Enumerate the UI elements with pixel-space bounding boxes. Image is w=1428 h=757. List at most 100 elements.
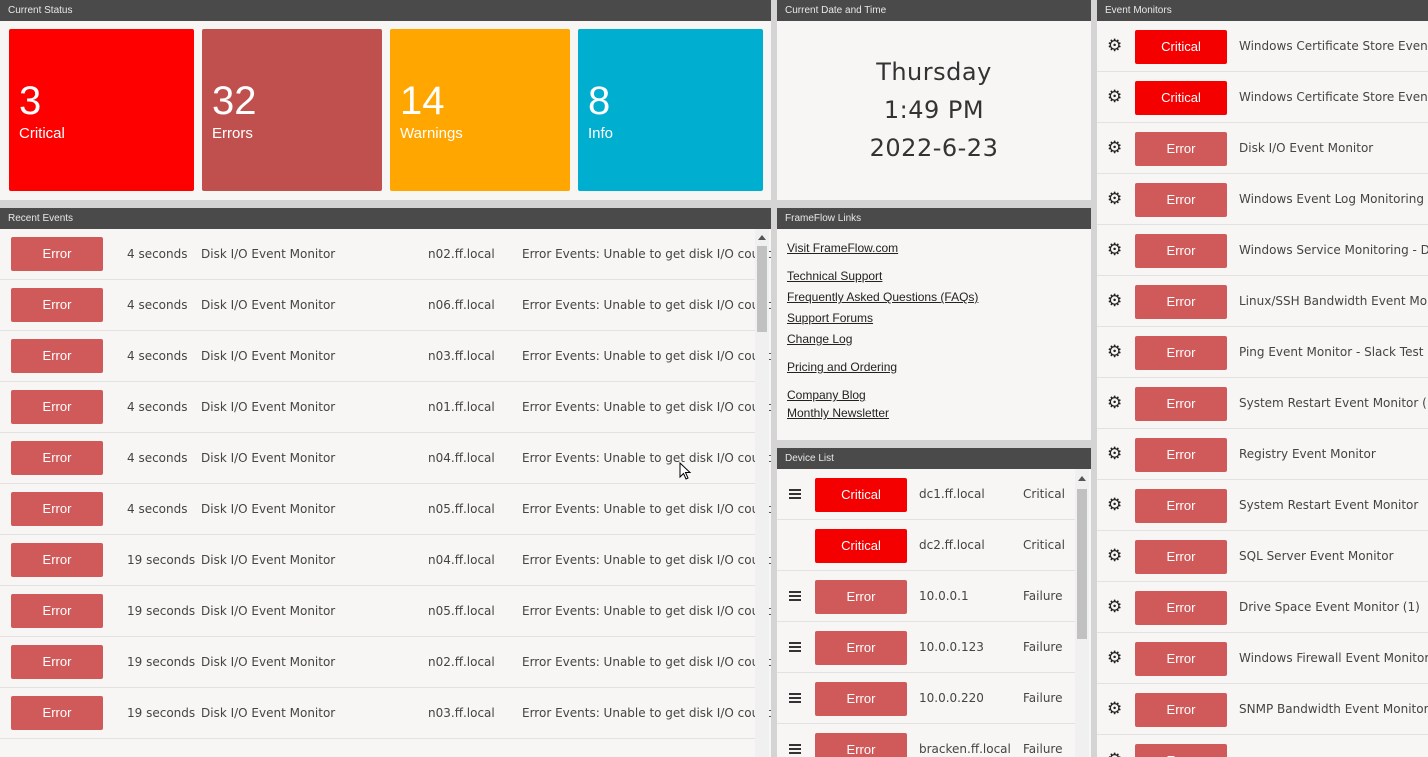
severity-badge[interactable]: Error (11, 339, 103, 373)
event-row[interactable]: Error 19 seconds Disk I/O Event Monitor n02… (0, 637, 771, 688)
severity-badge[interactable]: Error (11, 645, 103, 679)
device-row[interactable]: Error 10.0.0.123 Failure (777, 622, 1075, 673)
device-row[interactable]: Error 10.0.0.220 Failure (777, 673, 1075, 724)
status-tile-critical[interactable]: 3 Critical (9, 29, 194, 191)
monitor-row[interactable]: ⚙ Error Drive Space Event Monitor (1) (1097, 582, 1428, 633)
status-tile-errors[interactable]: 32 Errors (202, 29, 382, 191)
severity-badge[interactable]: Error (11, 696, 103, 730)
device-row[interactable]: Critical dc1.ff.local Critical (777, 469, 1075, 520)
link-visit-frameflow-com[interactable]: Visit FrameFlow.com (787, 241, 898, 255)
severity-badge[interactable]: Critical (815, 529, 907, 563)
event-row[interactable]: Error 4 seconds Disk I/O Event Monitor n03.… (0, 331, 771, 382)
monitor-row[interactable]: ⚙ Error System Restart Event Monitor (1097, 480, 1428, 531)
event-row[interactable]: Error 4 seconds Disk I/O Event Monitor n04.… (0, 433, 771, 484)
monitor-row[interactable]: ⚙ Error SNMP Bandwidth Event Monitor (1) (1097, 684, 1428, 735)
monitor-row[interactable]: ⚙ Error System Restart Event Monitor (1) (1097, 378, 1428, 429)
gear-icon[interactable]: ⚙ (1107, 276, 1122, 327)
severity-badge[interactable]: Error (1135, 132, 1227, 166)
link-support-forums[interactable]: Support Forums (787, 311, 873, 325)
event-row[interactable]: Error 4 seconds Disk I/O Event Monitor n02.… (0, 229, 771, 280)
severity-badge[interactable]: Critical (815, 478, 907, 512)
event-row[interactable]: Error 19 seconds Disk I/O Event Monitor n04… (0, 535, 771, 586)
severity-badge[interactable]: Error (1135, 693, 1227, 727)
gear-icon[interactable]: ⚙ (1107, 378, 1122, 429)
server-icon[interactable] (789, 642, 801, 652)
gear-icon[interactable]: ⚙ (1107, 531, 1122, 582)
event-row[interactable]: Error 4 seconds Disk I/O Event Monitor n01.… (0, 382, 771, 433)
gear-icon[interactable]: ⚙ (1107, 225, 1122, 276)
severity-badge[interactable]: Error (11, 543, 103, 577)
severity-badge[interactable]: Critical (1135, 81, 1227, 115)
scrollbar-thumb[interactable] (1077, 489, 1087, 639)
event-row[interactable]: Error 4 seconds Disk I/O Event Monitor n06.… (0, 280, 771, 331)
gear-icon[interactable]: ⚙ (1107, 684, 1122, 735)
gear-icon[interactable]: ⚙ (1107, 633, 1122, 684)
severity-badge[interactable]: Error (1135, 591, 1227, 625)
severity-badge[interactable]: Error (1135, 744, 1227, 757)
monitor-row[interactable]: ⚙ Error SQL Server Event Monitor (1097, 531, 1428, 582)
severity-badge[interactable]: Error (1135, 540, 1227, 574)
event-row[interactable]: Error 4 seconds Disk I/O Event Monitor n05.… (0, 484, 771, 535)
gear-icon[interactable]: ⚙ (1107, 582, 1122, 633)
severity-badge[interactable]: Error (1135, 234, 1227, 268)
severity-badge[interactable]: Error (11, 441, 103, 475)
link-change-log[interactable]: Change Log (787, 332, 852, 346)
monitor-row[interactable]: ⚙ Critical Windows Certificate Store Event… (1097, 72, 1428, 123)
severity-badge[interactable]: Error (815, 631, 907, 665)
scroll-up-arrow-icon[interactable] (1078, 476, 1086, 481)
monitor-row[interactable]: ⚙ Error Disk I/O Event Monitor (1097, 123, 1428, 174)
severity-badge[interactable]: Error (1135, 387, 1227, 421)
gear-icon[interactable]: ⚙ (1107, 429, 1122, 480)
monitor-row[interactable]: ⚙ Error Windows Event Log Monitoring (1097, 174, 1428, 225)
severity-badge[interactable]: Error (1135, 642, 1227, 676)
severity-badge[interactable]: Error (1135, 438, 1227, 472)
server-icon[interactable] (789, 591, 801, 601)
event-row[interactable]: Error 19 seconds Disk I/O Event Monitor n03… (0, 688, 771, 739)
gear-icon[interactable]: ⚙ (1107, 174, 1122, 225)
gear-icon[interactable]: ⚙ (1107, 123, 1122, 174)
monitor-row[interactable]: ⚙ Error Registry Event Monitor (1097, 429, 1428, 480)
severity-badge[interactable]: Error (1135, 336, 1227, 370)
server-icon[interactable] (789, 489, 801, 499)
severity-badge[interactable]: Error (11, 288, 103, 322)
device-row[interactable]: Error bracken.ff.local Failure (777, 724, 1075, 757)
link-frequently-asked-questions-faqs[interactable]: Frequently Asked Questions (FAQs) (787, 290, 978, 304)
severity-badge[interactable]: Error (11, 492, 103, 526)
status-tile-info[interactable]: 8 Info (578, 29, 763, 191)
server-icon[interactable] (789, 744, 801, 754)
monitor-row[interactable]: ⚙ Error Ping Event Monitor - Slack Test (1097, 327, 1428, 378)
gear-icon[interactable]: ⚙ (1107, 327, 1122, 378)
severity-badge[interactable]: Error (11, 594, 103, 628)
severity-badge[interactable]: Error (815, 580, 907, 614)
gear-icon[interactable]: ⚙ (1107, 735, 1122, 757)
link-technical-support[interactable]: Technical Support (787, 269, 882, 283)
monitor-row[interactable]: ⚙ Error Linux/SSH Bandwidth Event Monitor (1097, 276, 1428, 327)
scrollbar-thumb[interactable] (757, 246, 767, 332)
link-monthly-newsletter[interactable]: Monthly Newsletter (787, 406, 889, 420)
monitor-row[interactable]: ⚙ Critical Windows Certificate Store Event… (1097, 21, 1428, 72)
monitor-row[interactable]: ⚙ Error (1097, 735, 1428, 757)
gear-icon[interactable]: ⚙ (1107, 21, 1122, 72)
scroll-up-arrow-icon[interactable] (758, 235, 766, 240)
link-pricing-and-ordering[interactable]: Pricing and Ordering (787, 360, 897, 374)
gear-icon[interactable]: ⚙ (1107, 480, 1122, 531)
severity-badge[interactable]: Error (11, 237, 103, 271)
monitor-row[interactable]: ⚙ Error Windows Firewall Event Monitor - D (1097, 633, 1428, 684)
severity-badge[interactable]: Error (11, 390, 103, 424)
device-row[interactable]: Error 10.0.0.1 Failure (777, 571, 1075, 622)
severity-badge[interactable]: Error (1135, 183, 1227, 217)
severity-badge[interactable]: Error (1135, 285, 1227, 319)
server-icon[interactable] (789, 693, 801, 703)
monitor-row[interactable]: ⚙ Error Windows Service Monitoring - Demo (1097, 225, 1428, 276)
status-tile-warnings[interactable]: 14 Warnings (390, 29, 570, 191)
event-row[interactable]: Error 19 seconds Disk I/O Event Monitor n05… (0, 586, 771, 637)
device-row[interactable]: Critical dc2.ff.local Critical (777, 520, 1075, 571)
severity-badge[interactable]: Critical (1135, 30, 1227, 64)
recent-events-scrollbar[interactable] (755, 229, 769, 757)
severity-badge[interactable]: Error (1135, 489, 1227, 523)
link-company-blog[interactable]: Company Blog (787, 388, 866, 402)
device-list-scrollbar[interactable] (1075, 469, 1089, 757)
severity-badge[interactable]: Error (815, 733, 907, 757)
gear-icon[interactable]: ⚙ (1107, 72, 1122, 123)
severity-badge[interactable]: Error (815, 682, 907, 716)
